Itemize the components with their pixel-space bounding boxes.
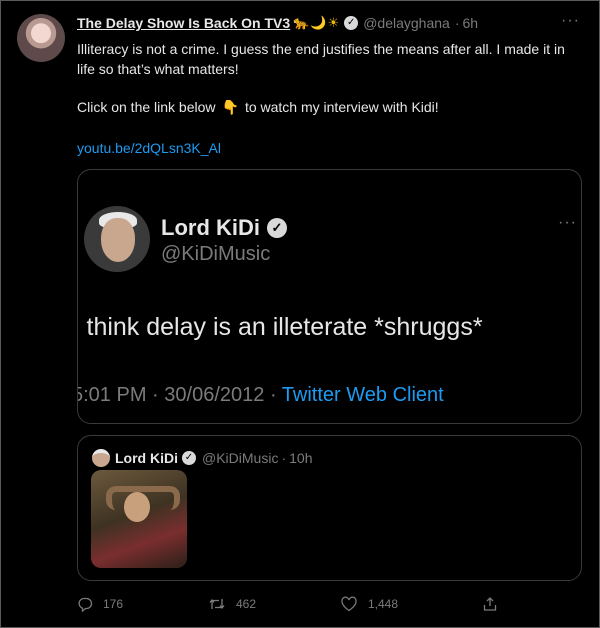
more-options-icon[interactable]: ···	[561, 12, 580, 30]
youtube-link[interactable]: youtu.be/2dQLsn3K_Al	[77, 140, 221, 156]
reply-button[interactable]: 176	[77, 596, 123, 612]
verified-icon: ✓	[344, 16, 359, 30]
separator-dot: ·	[454, 15, 460, 31]
screenshot-image[interactable]: Lord KiDi ✓ @KiDiMusic ··· i think delay…	[77, 169, 582, 424]
paragraph2-text-after: to watch my interview with Kidi!	[244, 99, 439, 115]
retweet-icon	[209, 598, 225, 610]
screenshot-more-icon: ···	[558, 214, 577, 231]
tweet-time[interactable]: 6h	[463, 15, 479, 31]
paragraph2-text-before: Click on the link below	[77, 99, 216, 115]
retweet-count: 462	[236, 597, 257, 611]
reply-icon	[78, 597, 93, 612]
kidi-avatar	[84, 206, 150, 272]
tweet-text-paragraph-1: Illiteracy is not a crime. I guess the e…	[77, 41, 565, 77]
heart-icon	[341, 596, 357, 612]
tweet-header: The Delay Show Is Back On TV3 🐆🌙☀ ✓ @del…	[77, 15, 478, 31]
quoted-author-handle: @KiDiMusic	[202, 450, 279, 466]
author-name[interactable]: The Delay Show Is Back On TV3	[77, 15, 290, 31]
verified-icon: ✓	[267, 218, 287, 238]
screenshot-name-text: Lord KiDi	[161, 215, 260, 240]
quoted-tweet[interactable]: Lord KiDi ✓ @KiDiMusic · 10h	[77, 435, 582, 581]
image-head-shape	[124, 492, 150, 522]
screenshot-tweet-text: i think delay is an illeterate *shruggs*	[77, 313, 483, 341]
avatar-face	[101, 218, 135, 262]
quoted-tweet-header: Lord KiDi ✓ @KiDiMusic · 10h	[115, 450, 312, 466]
verified-icon: ✓	[182, 451, 196, 465]
quoted-tweet-time: 10h	[289, 450, 313, 466]
screenshot-meta: 5:01 PM · 30/06/2012 · Twitter Web Clien…	[77, 384, 444, 407]
screenshot-date: 30/06/2012	[164, 384, 265, 406]
screenshot-handle: @KiDiMusic	[161, 243, 271, 265]
separator-dot: ·	[269, 384, 282, 406]
screenshot-author-name: Lord KiDi ✓	[161, 215, 287, 241]
retweet-button[interactable]: 462	[208, 596, 256, 612]
separator-dot: ·	[281, 450, 287, 466]
pointing-down-icon: 👇	[221, 99, 239, 115]
author-avatar[interactable]	[17, 14, 65, 62]
quoted-author-name: Lord KiDi	[115, 450, 178, 466]
author-emojis: 🐆🌙☀	[293, 15, 341, 30]
separator-dot: ·	[152, 384, 165, 406]
like-button[interactable]: 1,448	[340, 596, 398, 612]
quoted-tweet-image[interactable]	[91, 470, 187, 568]
screenshot-time: 5:01 PM	[77, 384, 147, 406]
screenshot-source: Twitter Web Client	[281, 384, 444, 406]
share-icon	[483, 597, 497, 611]
quoted-author-avatar	[92, 449, 110, 467]
tweet-text-paragraph-2: Click on the link below 👇 to watch my inte…	[77, 99, 439, 116]
reply-count: 176	[103, 597, 124, 611]
like-count: 1,448	[368, 597, 399, 611]
share-button[interactable]	[482, 596, 508, 612]
author-handle[interactable]: @delayghana	[363, 15, 450, 31]
